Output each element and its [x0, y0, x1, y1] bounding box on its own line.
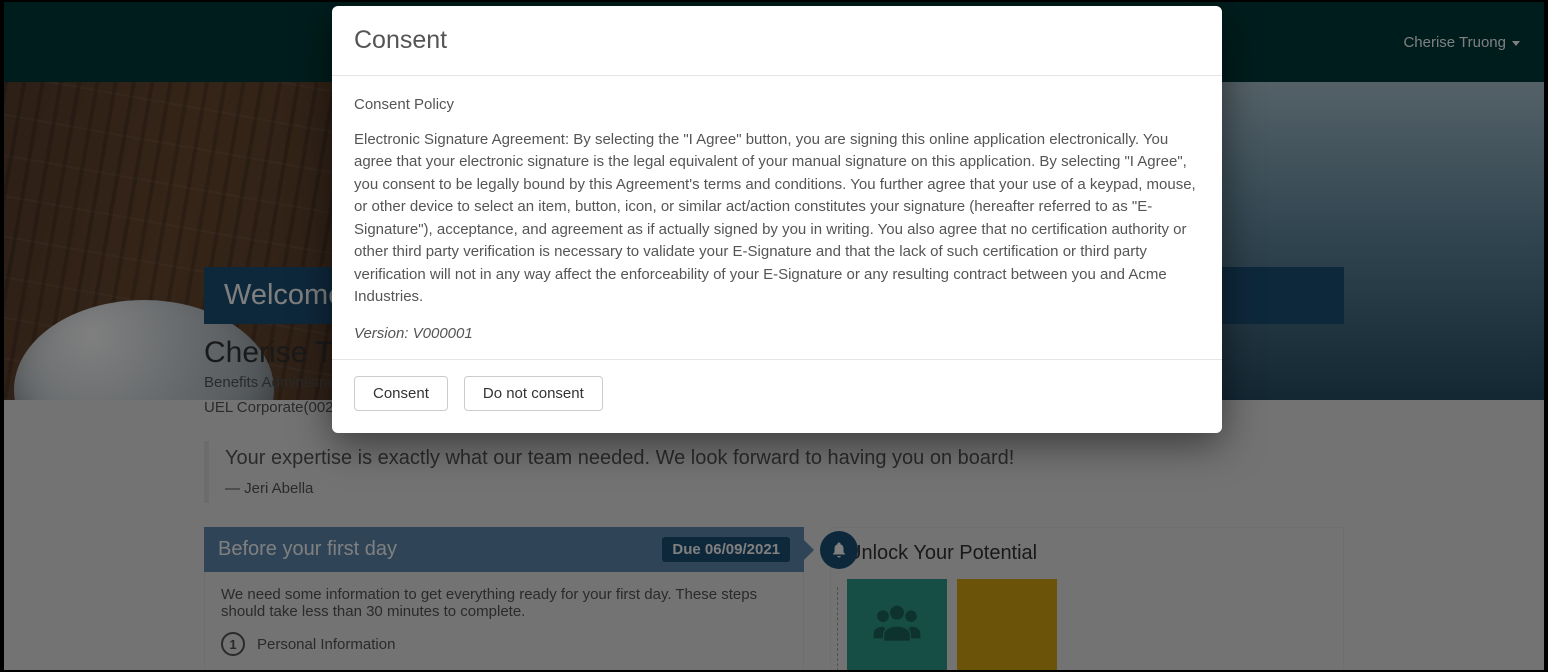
modal-footer: Consent Do not consent — [332, 360, 1222, 433]
policy-version: Version: V000001 — [354, 323, 1200, 346]
policy-title: Consent Policy — [354, 94, 1200, 117]
policy-text: Electronic Signature Agreement: By selec… — [354, 129, 1200, 309]
modal-body: Consent Policy Electronic Signature Agre… — [332, 76, 1222, 359]
do-not-consent-button[interactable]: Do not consent — [464, 376, 603, 411]
app-frame: Cherise Truong Welcome Cherise Truong Be… — [4, 2, 1544, 670]
modal-header: Consent — [332, 6, 1222, 76]
consent-modal: Consent Consent Policy Electronic Signat… — [332, 6, 1222, 433]
modal-title: Consent — [354, 26, 1200, 55]
consent-button[interactable]: Consent — [354, 376, 448, 411]
